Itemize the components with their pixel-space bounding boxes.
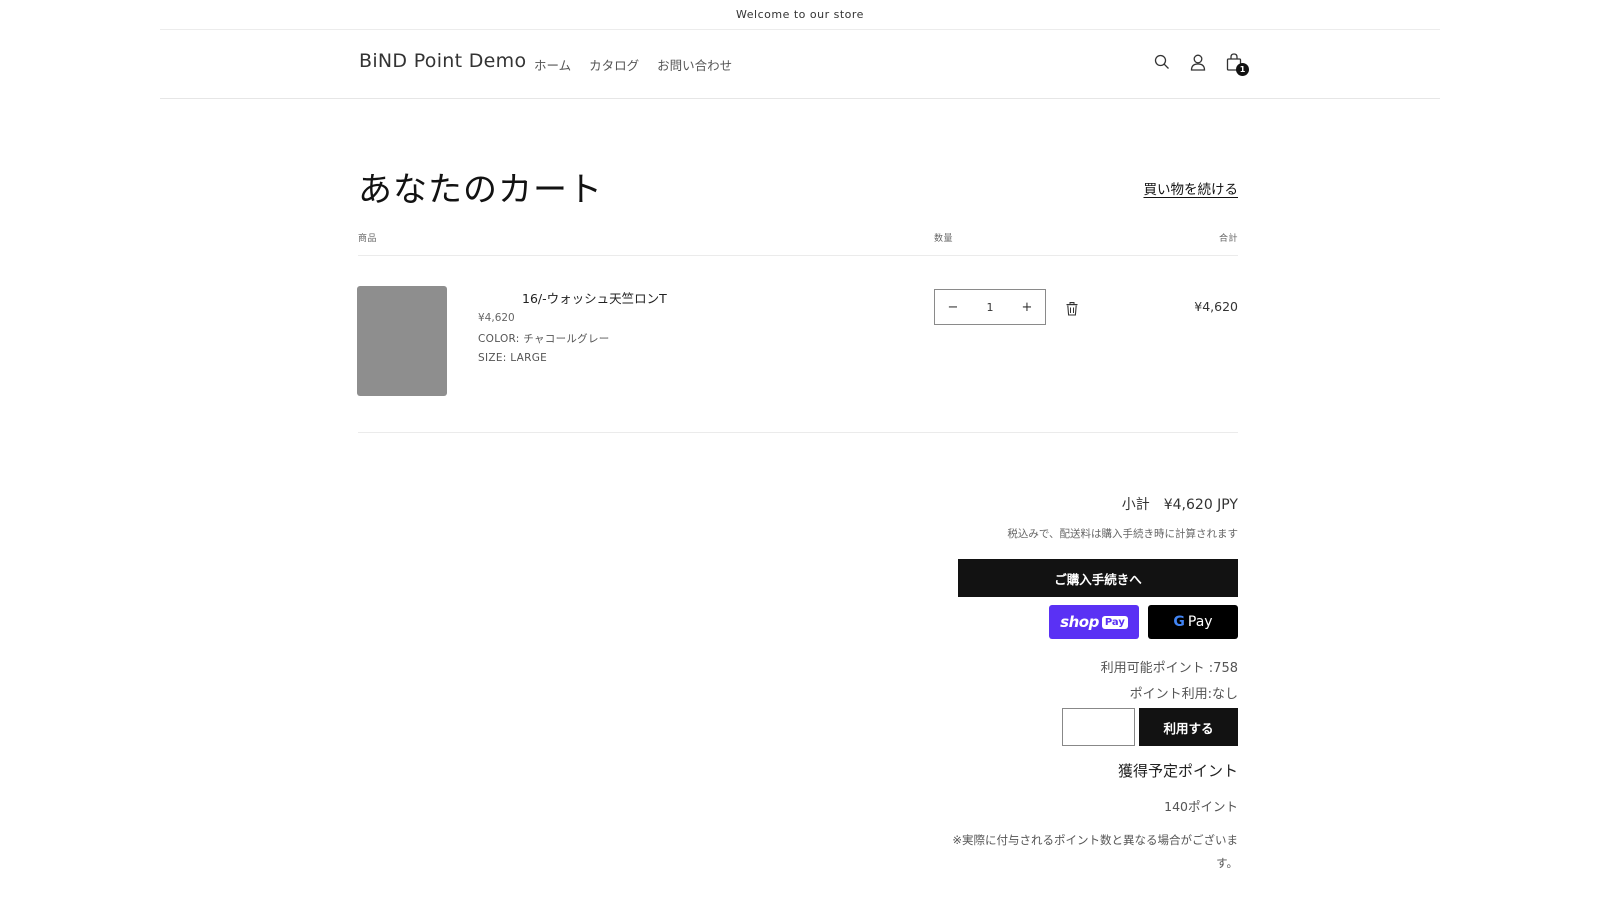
announcement-bar: Welcome to our store bbox=[160, 0, 1440, 30]
header-divider bbox=[358, 255, 1238, 256]
quantity-stepper: − + bbox=[934, 289, 1046, 325]
points-input[interactable] bbox=[1062, 708, 1135, 746]
product-name[interactable]: 16/-ウォッシュ天竺ロンT bbox=[522, 288, 667, 307]
subtotal-value: ¥4,620 JPY bbox=[1163, 497, 1238, 513]
earn-points-heading: 獲得予定ポイント bbox=[1117, 762, 1238, 780]
increase-quantity-button[interactable]: + bbox=[1009, 300, 1045, 315]
page-title: あなたのカート bbox=[358, 170, 603, 210]
point-usage-status: ポイント利用:なし bbox=[1129, 687, 1238, 702]
nav-item-contact[interactable]: お問い合わせ bbox=[657, 55, 732, 74]
nav-item-catalog[interactable]: カタログ bbox=[589, 55, 639, 74]
product-size: SIZE: LARGE bbox=[478, 352, 548, 364]
column-header-product: 商品 bbox=[358, 234, 378, 244]
announcement-text: Welcome to our store bbox=[736, 8, 864, 21]
shop-pay-logo: shop bbox=[1060, 613, 1099, 631]
available-points: 利用可能ポイント :758 bbox=[1100, 661, 1238, 676]
column-header-total: 合計 bbox=[1218, 234, 1238, 244]
main-nav: ホーム カタログ お問い合わせ bbox=[534, 55, 732, 74]
earn-points-value: 140ポイント bbox=[1164, 799, 1238, 814]
items-divider bbox=[358, 432, 1238, 433]
search-icon[interactable] bbox=[1152, 52, 1172, 72]
checkout-button[interactable]: ご購入手続きへ bbox=[958, 559, 1238, 597]
shop-pay-label: Pay bbox=[1101, 615, 1128, 629]
product-image[interactable] bbox=[357, 286, 447, 396]
trash-icon[interactable] bbox=[1066, 301, 1080, 317]
continue-shopping-link[interactable]: 買い物を続ける bbox=[1144, 178, 1239, 198]
header-icons: 1 bbox=[1152, 52, 1249, 76]
column-header-quantity: 数量 bbox=[934, 234, 954, 244]
subtotal-label: 小計 bbox=[1121, 497, 1150, 513]
site-header: BiND Point Demo ホーム カタログ お問い合わせ 1 bbox=[160, 30, 1440, 99]
tax-note: 税込みで、配送料は購入手続き時に計算されます bbox=[1007, 528, 1238, 540]
product-price: ¥4,620 bbox=[478, 312, 515, 324]
apply-points-button[interactable]: 利用する bbox=[1139, 708, 1238, 746]
decrease-quantity-button[interactable]: − bbox=[935, 300, 971, 315]
cart-count-badge: 1 bbox=[1236, 63, 1249, 76]
cart-icon[interactable]: 1 bbox=[1224, 52, 1249, 76]
google-pay-button[interactable]: G Pay bbox=[1148, 605, 1238, 639]
product-color: COLOR: チャコールグレー bbox=[478, 333, 610, 345]
user-icon[interactable] bbox=[1188, 52, 1208, 72]
shop-pay-button[interactable]: shop Pay bbox=[1049, 605, 1139, 639]
points-disclaimer: ※実際に付与されるポイント数と異なる場合がございます。 bbox=[952, 833, 1238, 870]
nav-item-home[interactable]: ホーム bbox=[534, 55, 571, 74]
subtotal: 小計 ¥4,620 JPY bbox=[1122, 494, 1238, 514]
line-total: ¥4,620 bbox=[1194, 299, 1238, 314]
google-pay-label: Pay bbox=[1187, 614, 1213, 630]
google-g-icon: G bbox=[1173, 614, 1185, 630]
store-logo[interactable]: BiND Point Demo bbox=[359, 50, 526, 72]
quantity-input[interactable] bbox=[973, 299, 1007, 315]
